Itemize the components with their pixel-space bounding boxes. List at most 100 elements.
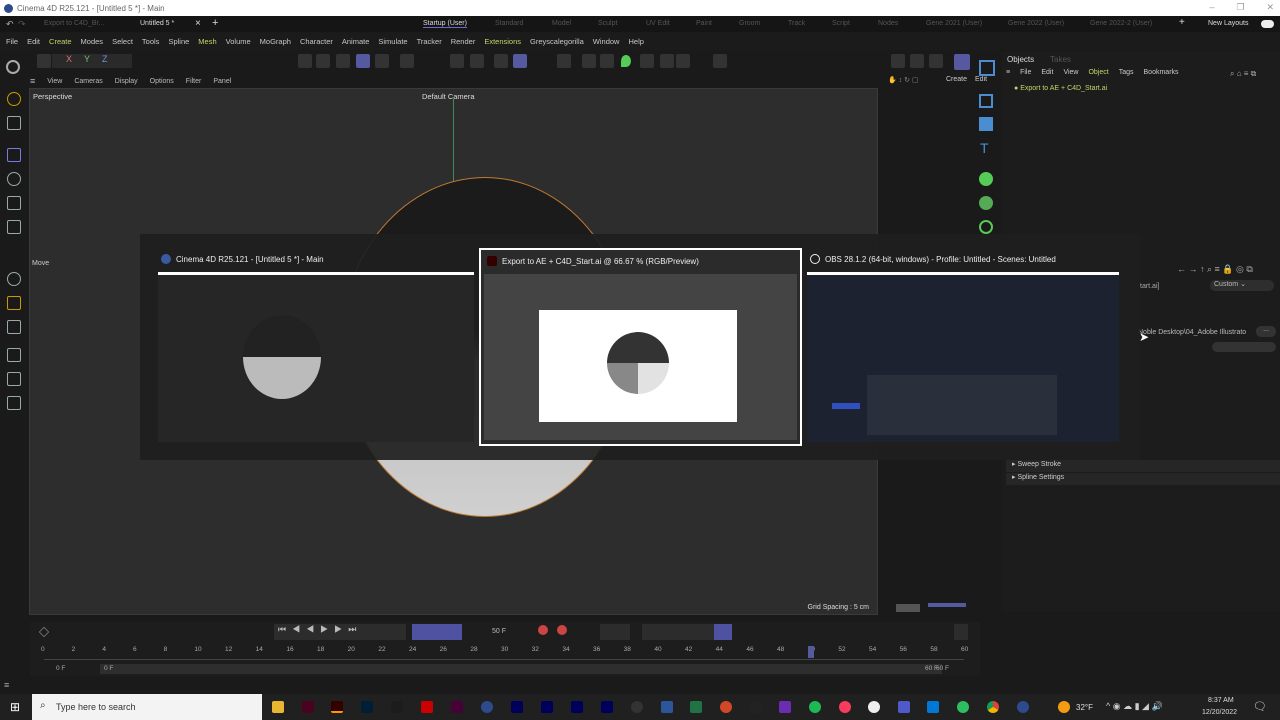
menu-simulate[interactable]: Simulate (378, 37, 407, 46)
layout-model[interactable]: Model (552, 20, 571, 27)
brush-icon[interactable] (7, 320, 21, 334)
layout-gene-2021[interactable]: Gene 2021 (User) (926, 20, 982, 27)
snap-button[interactable] (450, 54, 464, 68)
y-axis-toggle[interactable]: Y (84, 54, 90, 68)
text-icon[interactable]: T (980, 140, 989, 156)
tab-export-doc[interactable]: Export to C4D_Br... (44, 20, 104, 27)
workplane-button[interactable] (400, 54, 414, 68)
outlook-icon[interactable] (927, 701, 939, 713)
tab-untitled-5[interactable]: Untitled 5 * (140, 20, 174, 27)
menu-modes[interactable]: Modes (81, 37, 104, 46)
frame-ruler[interactable]: 0 2 4 6 8 10 12 14 16 18 20 22 24 26 28 30 32 34 36 38 40 42 4… (41, 646, 968, 660)
menu-edit[interactable]: Edit (27, 37, 40, 46)
cloner-icon[interactable] (979, 196, 993, 210)
light-icon[interactable] (621, 55, 631, 67)
generator-button[interactable] (640, 54, 654, 68)
live-selection-icon[interactable] (7, 92, 21, 106)
minimize-button[interactable]: – (1209, 2, 1214, 13)
menu-animate[interactable]: Animate (342, 37, 370, 46)
file-explorer-icon[interactable] (272, 701, 284, 713)
word-icon[interactable] (661, 701, 673, 713)
layout-uv-edit[interactable]: UV Edit (646, 20, 670, 27)
zoom-slider[interactable] (928, 603, 966, 607)
add-layout-icon[interactable]: + (1179, 17, 1185, 28)
taskbar-search-input[interactable]: ⌕ Type here to search (32, 694, 262, 720)
panel-create[interactable]: Create (946, 76, 967, 84)
cube-icon[interactable] (979, 117, 993, 131)
switcher-item-illustrator[interactable]: Export to AE + C4D_Start.ai @ 66.67 % (R… (479, 248, 802, 446)
viewport-menu-view[interactable]: View (47, 78, 62, 85)
music-icon[interactable] (839, 701, 851, 713)
close-button[interactable]: ✕ (1266, 2, 1274, 13)
polygons-mode-button[interactable] (336, 54, 350, 68)
file-path-field[interactable]: Noble Desktop\04_Adobe Illustrato (1138, 329, 1246, 336)
hamburger-icon[interactable]: ≡ (4, 680, 9, 690)
media-encoder-icon[interactable] (541, 701, 553, 713)
record-icon[interactable] (538, 625, 548, 635)
new-layouts-toggle[interactable] (1261, 20, 1274, 28)
key-modes[interactable] (600, 624, 630, 640)
search-icon[interactable] (6, 60, 20, 74)
field-icon[interactable] (979, 172, 993, 186)
timeline-active-tool[interactable] (714, 624, 732, 640)
view-layout-buttons[interactable] (896, 604, 920, 612)
objects-tools-icons[interactable]: ⌕ ⌂ ≡ ⧉ (1230, 69, 1256, 79)
object-tree-item[interactable]: ● Export to AE + C4D_Start.ai (1014, 85, 1107, 92)
select-tool-icon[interactable] (7, 116, 21, 130)
end-frame-field[interactable]: 60 F (936, 665, 949, 672)
objects-menu-edit[interactable]: Edit (1041, 69, 1053, 76)
layout-sculpt[interactable]: Sculpt (598, 20, 617, 27)
menu-create[interactable]: Create (49, 37, 72, 46)
acrobat-icon[interactable] (421, 701, 433, 713)
coordinate-system-button[interactable] (37, 54, 51, 68)
browse-button[interactable]: ... (1256, 326, 1276, 337)
playhead[interactable] (807, 646, 814, 658)
windows-start-icon[interactable]: ⊞ (10, 700, 20, 714)
move-tool-icon[interactable] (7, 148, 21, 162)
teams-icon[interactable] (898, 701, 910, 713)
section-sweep-stroke[interactable]: ▸ Sweep Stroke (1006, 460, 1280, 472)
snap-settings-button[interactable] (470, 54, 484, 68)
spline-pen-icon[interactable] (7, 272, 21, 286)
material-button[interactable] (582, 54, 596, 68)
menu-window[interactable]: Window (593, 37, 620, 46)
keyframe-icon[interactable] (38, 626, 50, 638)
layout-startup[interactable]: Startup (User) (423, 20, 467, 28)
grid-button[interactable] (494, 54, 508, 68)
layout-nodes[interactable]: Nodes (878, 20, 898, 27)
paint-icon[interactable] (7, 348, 21, 362)
render-region-button[interactable] (891, 54, 905, 68)
menu-mesh[interactable]: Mesh (198, 37, 216, 46)
menu-help[interactable]: Help (628, 37, 643, 46)
clock-date[interactable]: 12/20/2022 (1202, 709, 1237, 716)
hamburger-icon[interactable]: ≡ (30, 76, 35, 86)
deformer-icon[interactable] (979, 220, 993, 234)
objects-menu-object[interactable]: Object (1088, 69, 1108, 76)
magnet-icon[interactable] (7, 296, 21, 310)
menu-select[interactable]: Select (112, 37, 133, 46)
photoshop-icon[interactable] (361, 701, 373, 713)
layout-track[interactable]: Track (788, 20, 805, 27)
render-view-button[interactable] (910, 54, 924, 68)
objects-menu-bookmarks[interactable]: Bookmarks (1144, 69, 1179, 76)
indesign-icon[interactable] (302, 701, 314, 713)
redo-icon[interactable]: ↷ (18, 19, 26, 30)
slack-icon[interactable] (868, 701, 880, 713)
xd-icon[interactable] (451, 701, 463, 713)
after-effects-icon[interactable] (511, 701, 523, 713)
render-settings-button[interactable] (929, 54, 943, 68)
objects-menu-view[interactable]: View (1063, 69, 1078, 76)
viewport-menu-filter[interactable]: Filter (186, 78, 202, 85)
sculpt-icon[interactable] (7, 372, 21, 386)
graph-editor-button[interactable] (954, 624, 968, 640)
menu-volume[interactable]: Volume (226, 37, 251, 46)
rotate-tool-icon[interactable] (7, 172, 21, 186)
reload-button[interactable] (1212, 342, 1276, 352)
undo-icon[interactable]: ↶ (6, 19, 14, 30)
section-spline-settings[interactable]: ▸ Spline Settings (1006, 473, 1280, 485)
points-mode-button[interactable] (298, 54, 312, 68)
menu-file[interactable]: File (6, 37, 18, 46)
close-tab-icon[interactable]: × (195, 18, 201, 29)
texture-mode-button[interactable] (375, 54, 389, 68)
objects-menu-tags[interactable]: Tags (1119, 69, 1134, 76)
